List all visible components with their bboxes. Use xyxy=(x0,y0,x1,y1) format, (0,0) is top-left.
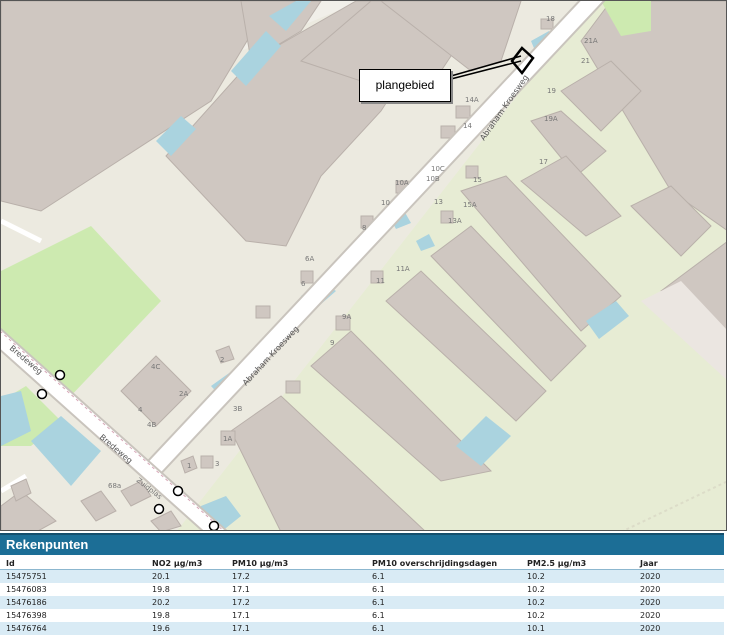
cell-pm10-days: 6.1 xyxy=(366,569,521,583)
cell-jaar: 2020 xyxy=(634,609,724,622)
house-number: 14 xyxy=(463,122,472,130)
house-number: 15 xyxy=(473,176,482,184)
cell-pm10: 17.1 xyxy=(226,622,366,635)
house-number: 10 xyxy=(381,199,390,207)
house-number: 13 xyxy=(434,198,443,206)
house-number: 19A xyxy=(544,115,558,123)
house-number: 4C xyxy=(151,363,160,371)
house-number: 2 xyxy=(220,356,224,364)
house-number: 9A xyxy=(342,313,351,321)
house-number: 4B xyxy=(147,421,156,429)
column-header-id[interactable]: Id xyxy=(0,555,146,570)
house-number: 8 xyxy=(362,224,366,232)
column-header-no2[interactable]: NO2 µg/m3 xyxy=(146,555,226,570)
cell-id: 15475751 xyxy=(0,569,146,583)
table-row[interactable]: 15476398 19.8 17.1 6.1 10.2 2020 xyxy=(0,609,724,622)
cell-pm10: 17.2 xyxy=(226,569,366,583)
house-number: 6 xyxy=(301,280,306,288)
cell-pm10: 17.1 xyxy=(226,583,366,596)
rekenpunt-marker[interactable] xyxy=(208,520,220,531)
cell-pm25: 10.2 xyxy=(521,583,634,596)
column-header-jaar[interactable]: Jaar xyxy=(634,555,724,570)
cell-pm25: 10.2 xyxy=(521,596,634,609)
house-number: 3B xyxy=(233,405,242,413)
building xyxy=(455,105,471,119)
cell-pm10: 17.2 xyxy=(226,596,366,609)
column-header-pm10-days[interactable]: PM10 overschrijdingsdagen xyxy=(366,555,521,570)
house-number: 6A xyxy=(305,255,314,263)
building xyxy=(255,305,271,319)
cell-pm10: 17.1 xyxy=(226,609,366,622)
cell-pm10-days: 6.1 xyxy=(366,596,521,609)
house-number: 17 xyxy=(539,158,548,166)
table-row[interactable]: 15476083 19.8 17.1 6.1 10.2 2020 xyxy=(0,583,724,596)
rekenpunt-marker[interactable] xyxy=(153,503,165,515)
house-number: 10A xyxy=(395,179,409,187)
cell-id: 15476083 xyxy=(0,583,146,596)
table-row[interactable]: 15476186 20.2 17.2 6.1 10.2 2020 xyxy=(0,596,724,609)
house-number: 11A xyxy=(396,265,410,273)
cell-pm25: 10.2 xyxy=(521,569,634,583)
house-number: 14A xyxy=(465,96,479,104)
house-number: 1 xyxy=(187,462,191,470)
cell-pm25: 10.2 xyxy=(521,609,634,622)
cell-id: 15476186 xyxy=(0,596,146,609)
house-number: 15A xyxy=(463,201,477,209)
rekenpunten-panel: Rekenpunten Id NO2 µg/m3 PM10 µg/m3 PM10… xyxy=(0,533,724,643)
cell-pm10-days: 6.1 xyxy=(366,609,521,622)
cell-no2: 20.1 xyxy=(146,569,226,583)
house-number: 21A xyxy=(584,37,598,45)
house-number: 2A xyxy=(179,390,188,398)
cell-id: 15476398 xyxy=(0,609,146,622)
house-number: 19 xyxy=(547,87,556,95)
house-number: 10B xyxy=(426,175,440,183)
cell-no2: 19.8 xyxy=(146,609,226,622)
rekenpunt-marker[interactable] xyxy=(36,388,48,400)
cell-pm25: 10.1 xyxy=(521,622,634,635)
column-header-pm25[interactable]: PM2.5 µg/m3 xyxy=(521,555,634,570)
house-number: 18 xyxy=(546,15,555,23)
cell-no2: 20.2 xyxy=(146,596,226,609)
rekenpunt-marker[interactable] xyxy=(54,369,66,381)
cell-no2: 19.8 xyxy=(146,583,226,596)
cell-jaar: 2020 xyxy=(634,583,724,596)
table-header-row: Id NO2 µg/m3 PM10 µg/m3 PM10 overschrijd… xyxy=(0,555,724,570)
house-number: 1A xyxy=(223,435,232,443)
table-row[interactable]: 15476764 19.6 17.1 6.1 10.1 2020 xyxy=(0,622,724,635)
cell-jaar: 2020 xyxy=(634,622,724,635)
table-row[interactable]: 15475751 20.1 17.2 6.1 10.2 2020 xyxy=(0,569,724,583)
cell-jaar: 2020 xyxy=(634,596,724,609)
cell-id: 15476764 xyxy=(0,622,146,635)
cell-no2: 19.6 xyxy=(146,622,226,635)
rekenpunt-marker[interactable] xyxy=(172,485,184,497)
house-number: 13A xyxy=(448,217,462,225)
building xyxy=(285,380,301,394)
house-number: 21 xyxy=(581,57,590,65)
house-number: 4 xyxy=(138,406,143,414)
plangebied-callout: plangebied xyxy=(359,69,451,102)
panel-title: Rekenpunten xyxy=(0,533,724,555)
map-view[interactable]: Abraham Kroesweg Abraham Kroesweg Bredew… xyxy=(0,0,727,531)
cell-jaar: 2020 xyxy=(634,569,724,583)
building xyxy=(200,455,214,469)
cell-pm10-days: 6.1 xyxy=(366,622,521,635)
house-number: 11 xyxy=(376,277,385,285)
house-number: 9 xyxy=(330,339,334,347)
house-number: 68a xyxy=(108,482,121,490)
column-header-pm10[interactable]: PM10 µg/m3 xyxy=(226,555,366,570)
rekenpunten-table: Id NO2 µg/m3 PM10 µg/m3 PM10 overschrijd… xyxy=(0,555,724,635)
house-number: 3 xyxy=(215,460,219,468)
house-number: 10C xyxy=(431,165,445,173)
cell-pm10-days: 6.1 xyxy=(366,583,521,596)
